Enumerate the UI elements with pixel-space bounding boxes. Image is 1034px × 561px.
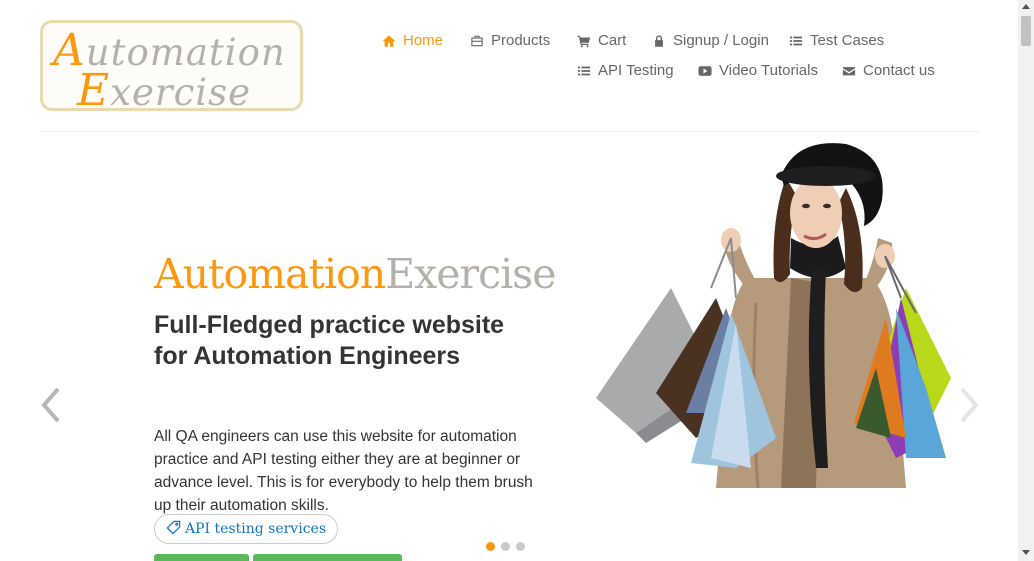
nav-api-testing[interactable]: API Testing [577,62,674,79]
nav-test-cases-label: Test Cases [810,32,885,49]
logo-line-2: Exercise [77,65,252,116]
scroll-down-arrow-icon[interactable] [1022,550,1030,555]
home-icon [382,34,396,48]
site-logo[interactable]: Automation Exercise [40,20,303,116]
apis-list-button[interactable] [253,554,402,561]
cart-icon [577,34,591,48]
slider-description: All QA engineers can use this website fo… [154,428,533,514]
api-testing-services-link[interactable]: API testing services [154,514,338,544]
envelope-icon [842,64,856,78]
header-divider [40,131,980,132]
list-icon [577,64,591,78]
nav-products[interactable]: Products [470,32,550,49]
nav-signup-login[interactable]: Signup / Login [652,32,769,49]
nav-video-tutorials[interactable]: Video Tutorials [698,62,818,79]
test-cases-button[interactable] [154,554,249,561]
slider-indicator-3[interactable] [516,542,525,551]
nav-products-label: Products [491,32,551,49]
nav-video-tutorials-label: Video Tutorials [719,62,818,79]
products-icon [470,34,484,48]
youtube-play-icon [698,64,712,78]
slider-brand-title: AutomationExercise [154,250,556,298]
list-icon [789,34,803,48]
slider-indicator-2[interactable] [501,542,510,551]
slider-indicator-1[interactable] [486,542,495,551]
nav-signup-login-label: Signup / Login [673,32,769,49]
slider-indicators [486,542,525,551]
nav-cart-label: Cart [598,32,627,49]
nav-cart[interactable]: Cart [577,32,626,49]
hero-girl-image [596,143,951,488]
scroll-up-arrow-icon[interactable] [1022,4,1030,9]
scroll-thumb[interactable] [1021,16,1031,46]
nav-contact-us[interactable]: Contact us [842,62,935,79]
tag-icon [166,520,181,539]
page-scrollbar[interactable] [1018,0,1034,561]
nav-test-cases[interactable]: Test Cases [789,32,884,49]
nav-api-testing-label: API Testing [598,62,674,79]
lock-icon [652,34,666,48]
nav-home-label: Home [403,32,444,49]
slider-prev-button[interactable] [38,386,64,424]
nav-contact-us-label: Contact us [863,62,935,79]
nav-home[interactable]: Home [382,32,443,49]
api-testing-services-label: API testing services [185,521,326,537]
slider-headline: Full-Fledged practice website for Automa… [154,311,505,370]
chevron-left-icon [38,387,64,428]
